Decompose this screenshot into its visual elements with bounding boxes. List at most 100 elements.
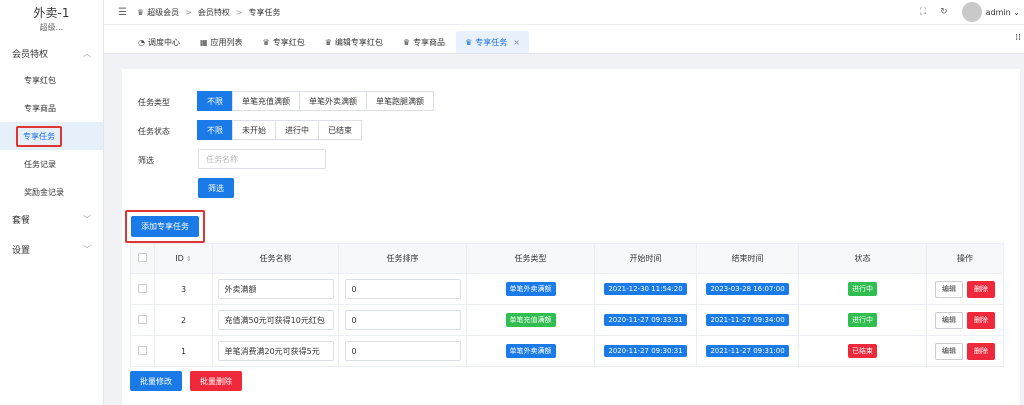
crown-icon: ♛: [324, 37, 332, 47]
delete-button[interactable]: 删除: [967, 280, 995, 298]
sidebar-item-reward-records[interactable]: 奖励金记录: [0, 178, 103, 206]
sidebar-item-red-packet[interactable]: 专享红包: [0, 66, 103, 94]
crown-icon: ♛: [402, 37, 411, 47]
table-row: 3 外卖满额 0 单笔外卖满额 2021-12-30 11:54:20 2023…: [130, 273, 1004, 305]
filter-button-row: 筛选: [198, 178, 234, 198]
bulk-delete-button[interactable]: 批量删除: [190, 371, 242, 391]
row-checkbox[interactable]: [138, 283, 147, 293]
filter-type-label: 任务类型: [138, 98, 170, 107]
status-badge: 进行中: [848, 313, 877, 327]
start-badge: 2021-12-30 11:54:20: [604, 283, 687, 295]
dashboard-icon: ◔: [138, 37, 145, 47]
end-badge: 2021-11-27 09:31:00: [706, 345, 789, 357]
delete-button[interactable]: 删除: [967, 311, 995, 329]
name-input[interactable]: 外卖满额: [217, 279, 334, 299]
sort-input[interactable]: 0: [344, 279, 461, 299]
edit-button[interactable]: 编辑: [935, 342, 963, 360]
cell-name: 单笔消费满20元可获得5元: [212, 335, 339, 367]
column-actions: 操作: [926, 243, 1004, 274]
sidebar-item-tasks[interactable]: 专享任务: [0, 122, 103, 150]
sidebar-item-goods[interactable]: 专享商品: [0, 94, 103, 122]
add-task-button[interactable]: 添加专享任务: [131, 216, 199, 237]
type-option-recharge[interactable]: 单笔充值满额: [232, 91, 300, 111]
type-option-takeout[interactable]: 单笔外卖满额: [299, 91, 367, 111]
menu-group-package[interactable]: 套餐 ﹀: [0, 206, 103, 232]
status-option-in-progress[interactable]: 进行中: [275, 120, 319, 140]
chevron-down-icon: ﹀: [83, 214, 91, 224]
type-option-errand[interactable]: 单笔跑腿满额: [366, 91, 434, 111]
tab-apps[interactable]: ▦ 应用列表: [191, 31, 252, 53]
column-end: 结束时间: [696, 243, 799, 274]
top-bar: ☰ ♛ 超级会员 > 会员特权 > 专享任务 ⛶ ↻ admin ⌄: [104, 0, 1024, 24]
sort-icon[interactable]: ⇕: [186, 255, 192, 263]
column-sort: 任务排序: [338, 243, 467, 274]
filter-label: 筛选: [138, 156, 154, 165]
name-input[interactable]: 充值满50元可获得10元红包: [217, 310, 334, 330]
cell-actions: 编辑 删除: [926, 335, 1004, 367]
user-menu[interactable]: admin ⌄: [986, 8, 1020, 17]
tab-red-packet[interactable]: ♛ 专享红包: [254, 31, 314, 53]
edit-button[interactable]: 编辑: [935, 280, 963, 298]
type-segment: 不限 单笔充值满额 单笔外卖满额 单笔跑腿满额: [197, 91, 434, 111]
table-header-row: ID ⇕ 任务名称 任务排序 任务类型 开始时间 结束时间 状态 操作: [130, 243, 1004, 274]
menu-fold-icon[interactable]: ☰: [118, 7, 127, 18]
tab-label: 专享商品: [413, 37, 446, 47]
tab-tasks[interactable]: ♛ 专享任务 ×: [456, 31, 529, 53]
sort-input[interactable]: 0: [344, 310, 461, 330]
row-checkbox[interactable]: [138, 314, 147, 324]
tab-dispatch[interactable]: ◔ 调度中心: [129, 31, 189, 53]
row-checkbox[interactable]: [138, 345, 147, 355]
tab-edit-red-packet[interactable]: ♛ 编辑专享红包: [316, 31, 392, 53]
avatar[interactable]: [961, 2, 982, 22]
cell-status: 进行中: [798, 273, 927, 305]
edit-button[interactable]: 编辑: [935, 311, 963, 329]
add-button-highlight: 添加专享任务: [125, 210, 205, 243]
cell-name: 充值满50元可获得10元红包: [212, 304, 339, 336]
column-id[interactable]: ID ⇕: [154, 243, 213, 274]
tab-goods[interactable]: ♛ 专享商品: [394, 31, 454, 53]
menu-group-settings[interactable]: 设置 ﹀: [0, 236, 103, 262]
apps-grid-icon[interactable]: ⁞⁞: [1015, 33, 1021, 43]
tab-label: 调度中心: [147, 37, 180, 47]
status-badge: 进行中: [848, 282, 877, 296]
sidebar-item-task-records[interactable]: 任务记录: [0, 150, 103, 178]
type-option-all[interactable]: 不限: [197, 91, 233, 111]
start-badge: 2020-11-27 09:33:31: [604, 314, 687, 326]
brand-subtitle: 超级...: [39, 23, 64, 32]
fullscreen-icon[interactable]: ⛶: [920, 7, 926, 17]
delete-button[interactable]: 删除: [967, 342, 995, 360]
select-all-checkbox[interactable]: [138, 253, 147, 262]
task-name-input[interactable]: 任务名称: [198, 149, 326, 169]
filter-button[interactable]: 筛选: [198, 178, 234, 198]
column-name: 任务名称: [212, 243, 339, 274]
column-type: 任务类型: [466, 243, 595, 274]
column-status: 状态: [798, 243, 927, 274]
close-icon[interactable]: ×: [513, 38, 520, 47]
sort-input[interactable]: 0: [344, 341, 461, 361]
table-row: 1 单笔消费满20元可获得5元 0 单笔外卖满额 2020-11-27 09:3…: [130, 335, 1004, 367]
type-badge: 单笔外卖满额: [505, 282, 556, 296]
filter-name-row: 任务名称: [198, 149, 326, 169]
sidebar-item-label: 任务记录: [24, 159, 56, 169]
tab-label: 专享任务: [475, 37, 508, 47]
cell-actions: 编辑 删除: [926, 304, 1004, 336]
bulk-edit-button[interactable]: 批量修改: [130, 371, 182, 391]
status-option-not-started[interactable]: 未开始: [232, 120, 276, 140]
breadcrumb-item[interactable]: 会员特权: [198, 7, 230, 18]
menu-group-member[interactable]: 会员特权 ︿: [0, 40, 103, 66]
crown-icon: ♛: [465, 37, 473, 47]
status-badge: 已结束: [848, 344, 877, 358]
refresh-icon[interactable]: ↻: [940, 7, 948, 17]
breadcrumb-item[interactable]: 超级会员: [147, 7, 179, 18]
breadcrumb-separator: >: [185, 7, 192, 17]
status-option-ended[interactable]: 已结束: [318, 120, 362, 140]
status-option-all[interactable]: 不限: [197, 120, 233, 140]
name-input[interactable]: 单笔消费满20元可获得5元: [217, 341, 334, 361]
username: admin: [985, 7, 1011, 17]
end-badge: 2021-11-27 09:34:00: [706, 314, 789, 326]
chevron-down-icon: ﹀: [83, 244, 91, 254]
cell-start: 2020-11-27 09:30:31: [594, 335, 697, 367]
end-badge: 2023-03-28 16:07:00: [706, 283, 789, 295]
sidebar-item-label: 专享红包: [24, 75, 56, 85]
brand: 外卖-1 超级...: [0, 0, 103, 36]
